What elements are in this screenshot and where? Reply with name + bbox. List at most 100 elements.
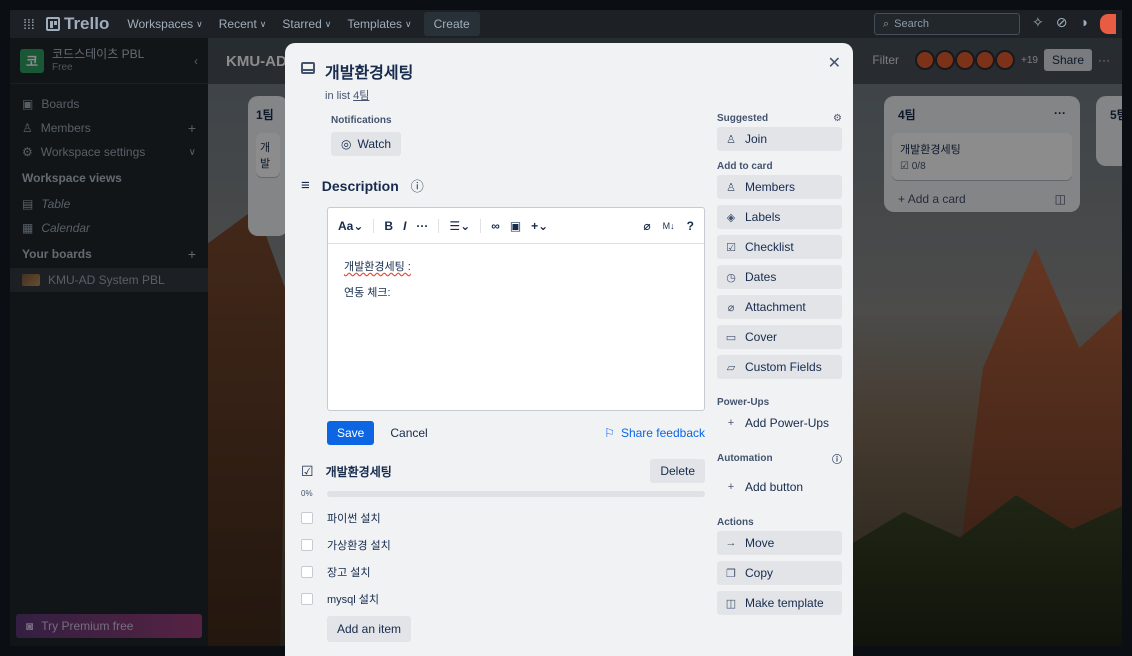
- italic-button[interactable]: I: [403, 219, 406, 233]
- custom-fields-button[interactable]: ▱ Custom Fields: [717, 355, 842, 379]
- add-item-button[interactable]: Add an item: [327, 616, 412, 642]
- attachment-button[interactable]: ⌀ Attachment: [717, 295, 842, 319]
- share-feedback-link[interactable]: ⚐ Share feedback: [604, 426, 705, 440]
- custom-fields-icon: ▱: [726, 361, 736, 374]
- card-icon: [301, 62, 315, 74]
- gear-icon[interactable]: ⚙: [833, 113, 842, 124]
- members-button[interactable]: ♙ Members: [717, 175, 842, 199]
- link-icon[interactable]: ∞: [491, 219, 500, 233]
- avatar[interactable]: [1099, 14, 1116, 34]
- megaphone-icon[interactable]: ✧: [1032, 14, 1044, 34]
- help-button[interactable]: ?: [687, 219, 694, 233]
- checkbox[interactable]: [301, 565, 313, 578]
- checklist-progress: 0%: [301, 489, 705, 498]
- app-switcher-icon[interactable]: ⁞⁞⁞: [18, 13, 40, 35]
- checkbox[interactable]: [301, 592, 313, 605]
- description-line: 연동 체크:: [344, 287, 391, 300]
- card-sidebar: Suggested ⚙ ♙ Join Add to card ♙ Members ◈…: [717, 109, 842, 621]
- cancel-button[interactable]: Cancel: [382, 421, 435, 445]
- info-icon[interactable]: ⓘ: [832, 451, 842, 466]
- description-editor[interactable]: Aa⌄ B I ··· ☰⌄ ∞ ▣ +⌄ ⌀ M↓ ? 개발환경세팅 : 연동…: [327, 207, 705, 411]
- cover-button[interactable]: ▭ Cover: [717, 325, 842, 349]
- make-template-button[interactable]: ◫ Make template: [717, 591, 842, 615]
- list-button[interactable]: ☰⌄: [449, 219, 470, 233]
- trello-logo[interactable]: Trello: [46, 14, 109, 34]
- checklist-item[interactable]: 파이썬 설치: [301, 504, 705, 531]
- add-power-ups-button[interactable]: + Add Power-Ups: [717, 411, 842, 435]
- checklist-title[interactable]: 개발환경세팅: [326, 463, 392, 480]
- chevron-down-icon: ∨: [196, 18, 203, 29]
- arrow-right-icon: →: [725, 537, 737, 549]
- top-navigation: ⁞⁞⁞ Trello Workspaces ∨ Recent ∨ Starred ∨ …: [10, 10, 1122, 38]
- list-link[interactable]: 4팀: [353, 90, 369, 102]
- checklist-item[interactable]: 가상환경 설치: [301, 531, 705, 558]
- editor-actions: Save Cancel ⚐ Share feedback: [327, 421, 705, 445]
- megaphone-icon: ⚐: [604, 426, 615, 440]
- dates-button[interactable]: ◷ Dates: [717, 265, 842, 289]
- nav-templates[interactable]: Templates ∨: [339, 10, 419, 38]
- checkbox[interactable]: [301, 511, 313, 524]
- progress-percent: 0%: [301, 489, 313, 498]
- info-icon[interactable]: ⓘ: [411, 176, 424, 195]
- checklist-item[interactable]: 장고 설치: [301, 558, 705, 585]
- join-button[interactable]: ♙ Join: [717, 127, 842, 151]
- card-detail-modal: ✕ 개발환경세팅 in list 4팀 Notifications ◎ Watc…: [285, 43, 853, 656]
- bold-button[interactable]: B: [384, 219, 393, 233]
- nav-starred[interactable]: Starred ∨: [274, 10, 339, 38]
- checklist-header: ☑ 개발환경세팅 Delete: [301, 459, 705, 483]
- card-main-column: Notifications ◎ Watch ≡ Description ⓘ Aa…: [301, 115, 705, 642]
- checklist-icon: ☑: [301, 462, 314, 479]
- attachment-icon[interactable]: ⌀: [643, 219, 650, 233]
- insert-button[interactable]: +⌄: [531, 219, 548, 233]
- help-icon[interactable]: ⊘: [1056, 14, 1068, 34]
- copy-button[interactable]: ❐ Copy: [717, 561, 842, 585]
- theme-icon[interactable]: ◑: [1079, 14, 1087, 34]
- progress-bar: [327, 490, 705, 497]
- copy-icon: ❐: [726, 567, 736, 580]
- add-to-card-header: Add to card: [717, 160, 773, 172]
- actions-header: Actions: [717, 516, 754, 528]
- checklist-icon: ☑: [726, 241, 736, 254]
- paperclip-icon: ⌀: [727, 301, 735, 314]
- card-list-info: in list 4팀: [325, 90, 370, 102]
- eye-icon: ◎: [341, 137, 352, 151]
- nav-recent[interactable]: Recent ∨: [211, 10, 275, 38]
- tag-icon: ◈: [726, 211, 736, 224]
- clock-icon: ◷: [726, 271, 736, 284]
- checklist-button[interactable]: ☑ Checklist: [717, 235, 842, 259]
- card-header: 개발환경세팅 in list 4팀: [301, 59, 413, 103]
- text-style-button[interactable]: Aa⌄: [338, 219, 363, 233]
- person-icon: ♙: [726, 133, 736, 146]
- search-icon: ⌕: [883, 17, 890, 30]
- checkbox[interactable]: [301, 538, 313, 551]
- chevron-down-icon: ∨: [405, 18, 412, 29]
- card-title[interactable]: 개발환경세팅: [325, 59, 413, 83]
- editor-content[interactable]: 개발환경세팅 : 연동 체크:: [328, 244, 704, 329]
- description-line: 개발환경세팅 :: [344, 261, 411, 273]
- template-icon: ◫: [725, 597, 737, 610]
- person-icon: ♙: [726, 181, 736, 194]
- checklist-item[interactable]: mysql 설치: [301, 585, 705, 612]
- trello-logo-icon: [46, 17, 60, 31]
- notifications-label: Notifications: [331, 115, 392, 126]
- more-formatting-button[interactable]: ···: [416, 219, 428, 233]
- markdown-button[interactable]: M↓: [663, 221, 675, 231]
- plus-icon: +: [727, 417, 735, 429]
- labels-button[interactable]: ◈ Labels: [717, 205, 842, 229]
- plus-icon: +: [727, 481, 735, 493]
- power-ups-header: Power-Ups: [717, 396, 770, 408]
- nav-workspaces[interactable]: Workspaces ∨: [119, 10, 210, 38]
- top-right-icons: ✧ ⊘ ◑: [1032, 14, 1116, 34]
- close-icon[interactable]: ✕: [828, 53, 841, 73]
- watch-button[interactable]: ◎ Watch: [331, 132, 402, 156]
- cover-icon: ▭: [725, 331, 737, 344]
- delete-checklist-button[interactable]: Delete: [650, 459, 705, 483]
- image-icon[interactable]: ▣: [510, 219, 521, 233]
- chevron-down-icon: ∨: [324, 18, 332, 29]
- save-button[interactable]: Save: [327, 421, 375, 445]
- create-button[interactable]: Create: [423, 12, 480, 36]
- editor-toolbar: Aa⌄ B I ··· ☰⌄ ∞ ▣ +⌄ ⌀ M↓ ?: [328, 208, 704, 244]
- search-input[interactable]: ⌕ Search: [874, 13, 1020, 35]
- add-button-button[interactable]: + Add button: [717, 475, 842, 499]
- move-button[interactable]: → Move: [717, 531, 842, 555]
